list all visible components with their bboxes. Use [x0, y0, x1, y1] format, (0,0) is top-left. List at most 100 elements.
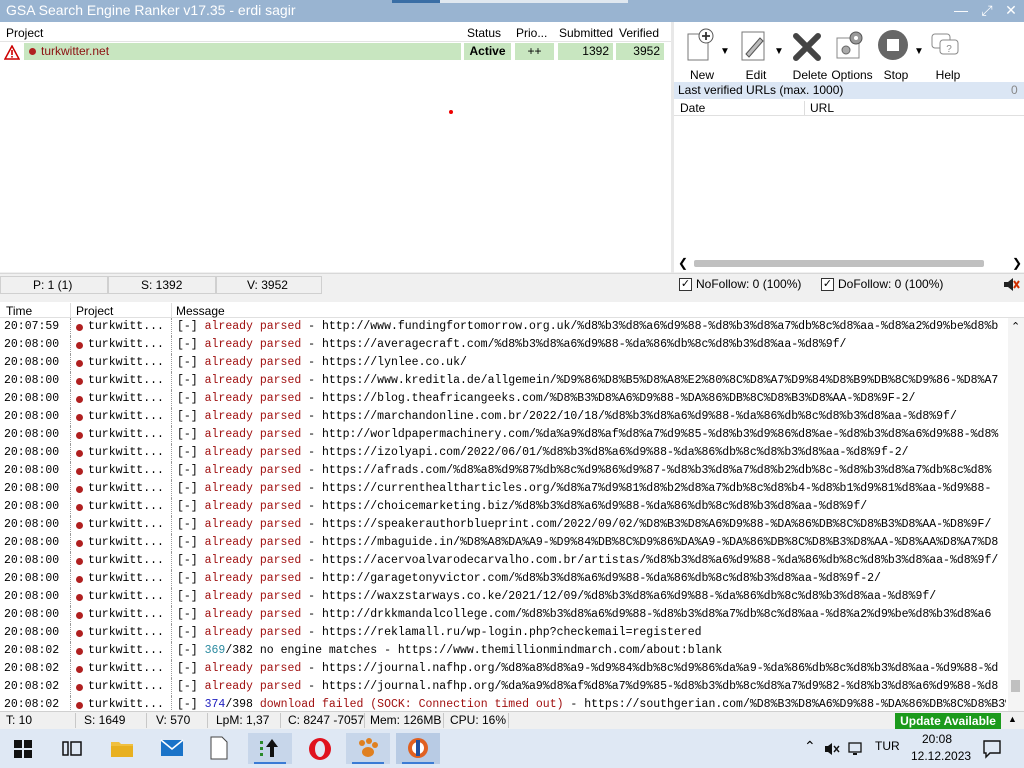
taskbar-upload-app[interactable]: [248, 733, 292, 764]
mute-speaker-icon[interactable]: [1002, 276, 1020, 293]
help-label: Help: [935, 68, 961, 82]
log-col-message[interactable]: Message: [176, 304, 225, 318]
log-row[interactable]: 20:08:00 turkwitt... [-] already parsed - …: [0, 390, 1006, 408]
log-row[interactable]: 20:08:00 turkwitt... [-] already parsed - …: [0, 498, 1006, 516]
log-url: - http://www.fundingfortomorrow.org.uk/%…: [301, 320, 999, 333]
clock-date[interactable]: 12.12.2023: [911, 749, 971, 763]
col-priority[interactable]: Prio...: [516, 26, 547, 40]
verified-urls-panel[interactable]: Last verified URLs (max. 1000) 0 Date UR…: [674, 82, 1024, 272]
network-icon[interactable]: [848, 741, 866, 757]
log-separator: [171, 552, 172, 570]
scroll-up-icon[interactable]: ⌃: [1011, 320, 1020, 333]
col-url[interactable]: URL: [810, 101, 834, 115]
log-separator: [171, 480, 172, 498]
log-kind: already parsed: [204, 446, 302, 459]
title-bar[interactable]: GSA Search Engine Ranker v17.35 - erdi s…: [0, 0, 1024, 22]
log-row[interactable]: 20:08:00 turkwitt... [-] already parsed - …: [0, 534, 1006, 552]
minimize-button[interactable]: —: [950, 0, 972, 22]
log-row[interactable]: 20:08:00 turkwitt... [-] already parsed - …: [0, 516, 1006, 534]
log-kind: already parsed: [204, 464, 302, 477]
log-row[interactable]: 20:08:00 turkwitt... [-] already parsed - …: [0, 588, 1006, 606]
log-separator: [171, 426, 172, 444]
app-window: GSA Search Engine Ranker v17.35 - erdi s…: [0, 0, 1024, 768]
log-separator: [171, 372, 172, 390]
vertical-scrollbar[interactable]: ⌃: [1008, 318, 1024, 711]
log-kind: already parsed: [204, 374, 302, 387]
restore-button[interactable]: ⤢: [976, 0, 998, 22]
log-row[interactable]: 20:08:00 turkwitt... [-] already parsed - …: [0, 606, 1006, 624]
log-separator: [171, 390, 172, 408]
log-col-divider: [70, 303, 71, 317]
log-row[interactable]: 20:08:00 turkwitt... [-] already parsed - …: [0, 444, 1006, 462]
new-button[interactable]: ▼ New: [674, 26, 730, 82]
log-row[interactable]: 20:08:00 turkwitt... [-] already parsed - …: [0, 372, 1006, 390]
log-time: 20:08:00: [4, 482, 60, 495]
taskbar-opera[interactable]: [298, 733, 342, 764]
projects-grid[interactable]: Project Status Prio... Submitted Verifie…: [0, 22, 671, 272]
log-time: 20:08:00: [4, 590, 60, 603]
edit-button[interactable]: ▼ Edit: [728, 26, 784, 82]
scroll-thumb[interactable]: [1011, 680, 1020, 692]
windows-start-icon[interactable]: [14, 740, 32, 758]
project-name-cell[interactable]: turkwitter.net: [24, 43, 461, 60]
taskbar-notepad[interactable]: [198, 733, 242, 764]
window-title: GSA Search Engine Ranker v17.35 - erdi s…: [6, 2, 296, 18]
col-project[interactable]: Project: [6, 26, 43, 40]
log-row[interactable]: 20:07:59 turkwitt... [-] already parsed - …: [0, 318, 1006, 336]
log-row[interactable]: 20:08:02 turkwitt... [-] 369/382 no engine…: [0, 642, 1006, 660]
log-tag: [-]: [177, 536, 198, 549]
taskbar-search-engine-ranker[interactable]: [396, 733, 440, 764]
scroll-thumb[interactable]: [694, 260, 984, 267]
update-available-button[interactable]: Update Available: [895, 713, 1001, 729]
log-time: 20:08:00: [4, 608, 60, 621]
notification-center-icon[interactable]: [982, 739, 1002, 759]
status-divider: [364, 713, 365, 728]
log-time: 20:08:02: [4, 662, 60, 675]
log-message: [-] already parsed - https://acervoalvar…: [177, 552, 998, 570]
chevron-up-icon[interactable]: ▲: [1008, 714, 1017, 724]
log-progress-den: /382: [225, 644, 253, 657]
help-button[interactable]: ? Help: [920, 26, 976, 82]
log-row[interactable]: 20:08:00 turkwitt... [-] already parsed - …: [0, 426, 1006, 444]
cursor-dot: [449, 110, 453, 114]
log-message: [-] 369/382 no engine matches - https://…: [177, 642, 722, 660]
col-date[interactable]: Date: [680, 101, 705, 115]
stop-button[interactable]: ▼ Stop: [868, 26, 924, 82]
log-url: - https://www.kreditla.de/allgemein/%D9%…: [301, 374, 999, 387]
volume-mute-icon[interactable]: [824, 741, 840, 757]
language-indicator[interactable]: TUR: [875, 739, 900, 753]
log-row[interactable]: 20:08:00 turkwitt... [-] already parsed - …: [0, 624, 1006, 642]
horizontal-scrollbar[interactable]: ❮ ❯: [676, 256, 1022, 270]
log-row[interactable]: 20:08:00 turkwitt... [-] already parsed - …: [0, 480, 1006, 498]
show-hidden-icons-chevron-icon[interactable]: ⌃: [804, 738, 816, 755]
log-status-dot-icon: [76, 504, 83, 511]
log-row[interactable]: 20:08:00 turkwitt... [-] already parsed - …: [0, 570, 1006, 588]
dofollow-checkbox[interactable]: ✓: [821, 278, 834, 291]
log-row[interactable]: 20:08:00 turkwitt... [-] already parsed - …: [0, 354, 1006, 372]
task-view-icon[interactable]: [62, 740, 82, 758]
col-submitted[interactable]: Submitted: [559, 26, 613, 40]
col-status[interactable]: Status: [467, 26, 501, 40]
log-row[interactable]: 20:08:02 turkwitt... [-] already parsed - …: [0, 678, 1006, 696]
taskbar-mail[interactable]: [150, 733, 194, 764]
scroll-right-icon[interactable]: ❯: [1012, 256, 1022, 270]
log-kind: already parsed: [204, 410, 302, 423]
log-row[interactable]: 20:08:00 turkwitt... [-] already parsed - …: [0, 552, 1006, 570]
col-verified[interactable]: Verified: [619, 26, 659, 40]
log-col-project[interactable]: Project: [76, 304, 113, 318]
log-row[interactable]: 20:08:00 turkwitt... [-] already parsed - …: [0, 408, 1006, 426]
taskbar-file-explorer[interactable]: [100, 733, 144, 764]
log-panel[interactable]: Time Project Message 20:07:59 turkwitt...…: [0, 302, 1024, 714]
taskbar-gsa-app[interactable]: [346, 733, 390, 764]
log-row[interactable]: 20:08:02 turkwitt... [-] already parsed - …: [0, 660, 1006, 678]
log-tag: [-]: [177, 626, 198, 639]
log-status-dot-icon: [76, 666, 83, 673]
scroll-left-icon[interactable]: ❮: [678, 256, 688, 270]
clock-time[interactable]: 20:08: [922, 732, 952, 746]
close-button[interactable]: ✕: [1000, 0, 1022, 22]
nofollow-checkbox[interactable]: ✓: [679, 278, 692, 291]
log-col-time[interactable]: Time: [6, 304, 32, 318]
folder-icon: [111, 742, 133, 757]
log-row[interactable]: 20:08:00 turkwitt... [-] already parsed - …: [0, 336, 1006, 354]
log-row[interactable]: 20:08:00 turkwitt... [-] already parsed - …: [0, 462, 1006, 480]
